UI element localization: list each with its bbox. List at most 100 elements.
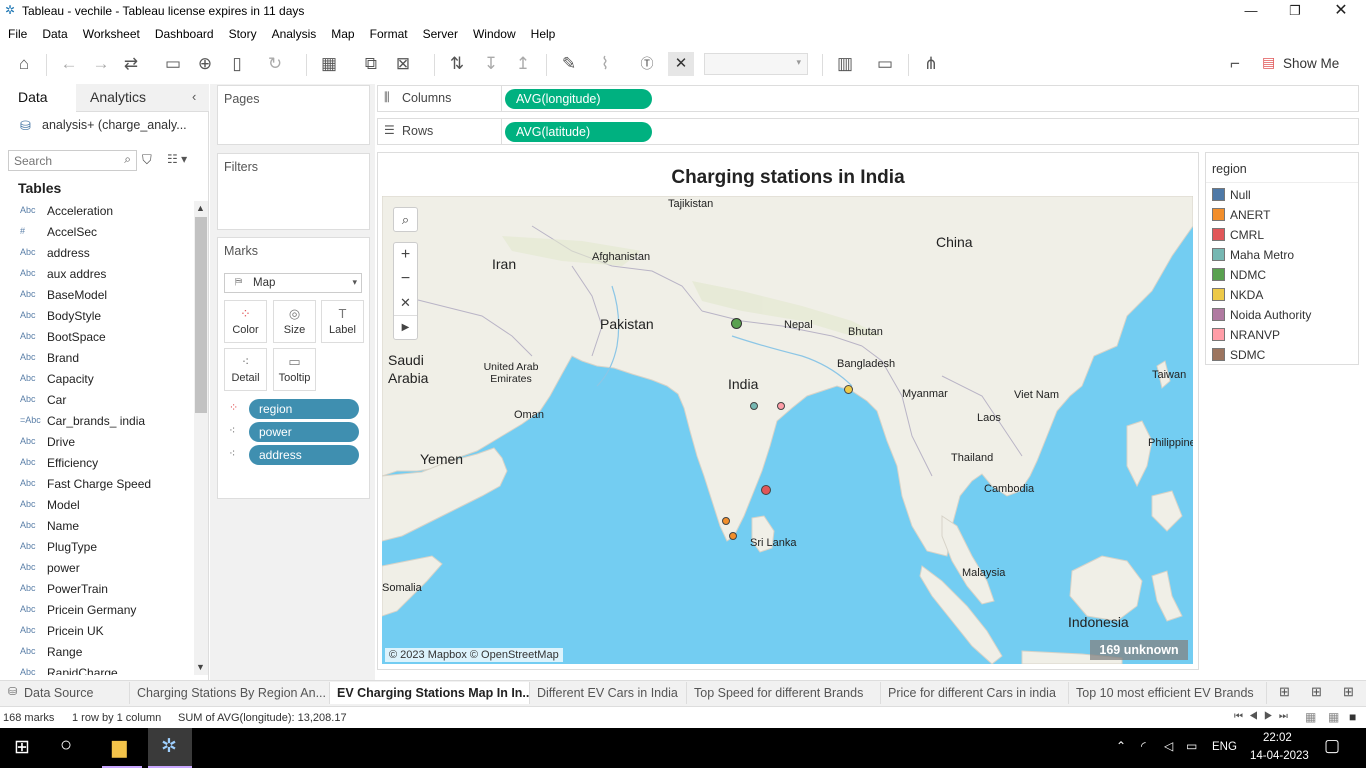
field-row[interactable]: # AccelSec — [0, 222, 193, 243]
scroll-up-icon[interactable]: ▲ — [196, 203, 205, 213]
clock-date[interactable]: 14-04-2023 — [1250, 750, 1309, 762]
region-pill[interactable]: region — [249, 399, 359, 419]
latitude-pill[interactable]: AVG(latitude) — [505, 122, 652, 142]
scroll-down-icon[interactable]: ▼ — [196, 662, 205, 672]
tab-sheet-active[interactable]: EV Charging Stations Map In In... — [330, 682, 530, 704]
color-button[interactable]: ⁘ Color — [224, 300, 267, 343]
restore-button[interactable]: ❐ — [1272, 0, 1318, 24]
field-row[interactable]: Abc Fast Charge Speed — [0, 474, 193, 495]
show-mark-labels-icon[interactable]: Ⓣ — [634, 52, 660, 76]
view-options-icon[interactable]: ☷ ▾ — [167, 152, 187, 166]
cmrl-mark[interactable] — [761, 485, 771, 495]
field-row[interactable]: Abc PowerTrain — [0, 579, 193, 600]
legend-item[interactable]: NDMC — [1212, 265, 1352, 285]
duplicate-icon[interactable]: ⧉ — [358, 52, 384, 76]
tab-sheet[interactable]: Different EV Cars in India — [530, 682, 687, 704]
field-row[interactable]: Abc Name — [0, 516, 193, 537]
datasource-name[interactable]: analysis+ (charge_analy... — [42, 118, 187, 132]
close-button[interactable]: ✕ — [1318, 0, 1364, 24]
field-row[interactable]: Abc power — [0, 558, 193, 579]
menu-analysis[interactable]: Analysis — [264, 24, 324, 41]
file-explorer-button[interactable]: ▆ — [102, 728, 142, 768]
new-dashboard-icon[interactable]: ⊞ — [1311, 684, 1322, 700]
search-field[interactable]: ⌕ — [8, 150, 137, 171]
field-row[interactable]: =Abc Car_brands_ india — [0, 411, 193, 432]
new-story-icon[interactable]: ⊞ — [1343, 684, 1354, 700]
field-row[interactable]: Abc Acceleration — [0, 201, 193, 222]
legend-item[interactable]: Maha Metro — [1212, 245, 1352, 265]
tab-sheet[interactable]: Price for different Cars in india — [881, 682, 1069, 704]
nranvp-mark[interactable] — [777, 402, 785, 410]
show-tabs-icon[interactable]: ■ — [1349, 710, 1356, 724]
tab-data-source[interactable]: Data Source — [17, 682, 130, 704]
legend-item[interactable]: NKDA — [1212, 285, 1352, 305]
anert-mark[interactable] — [722, 517, 730, 525]
battery-icon[interactable]: ▭ — [1186, 739, 1197, 753]
field-row[interactable]: Abc Drive — [0, 432, 193, 453]
home-icon[interactable]: ⌂ — [11, 52, 37, 76]
new-worksheet-icon[interactable]: ▦ — [316, 52, 342, 76]
presentation-mode-icon[interactable]: ▭ — [872, 52, 898, 76]
save-icon[interactable]: ▭ — [160, 52, 186, 76]
search-input[interactable] — [9, 151, 109, 170]
sheet-navigation-icon[interactable]: ⏮◀▶⏭ — [1234, 711, 1294, 722]
tab-sheet[interactable]: Top 10 most efficient EV Brands — [1069, 682, 1267, 704]
maha-metro-mark[interactable] — [750, 402, 758, 410]
menu-file[interactable]: File — [0, 24, 34, 41]
show-hidden-icons-icon[interactable]: ⌃ — [1116, 739, 1126, 753]
share-icon[interactable]: ⋔ — [918, 52, 944, 76]
menu-server[interactable]: Server — [415, 24, 465, 41]
new-worksheet-icon[interactable]: ⊞ — [1279, 684, 1290, 700]
sort-ascending-icon[interactable]: ↧ — [478, 52, 504, 76]
field-row[interactable]: Abc BodyStyle — [0, 306, 193, 327]
field-row[interactable]: Abc BaseModel — [0, 285, 193, 306]
power-pill[interactable]: power — [249, 422, 359, 442]
language-indicator[interactable]: ENG — [1212, 741, 1237, 753]
detail-button[interactable]: ⁖ Detail — [224, 348, 267, 391]
windows-start-icon[interactable]: ⊞ — [14, 736, 30, 759]
menu-story[interactable]: Story — [221, 24, 264, 41]
pause-updates-icon[interactable]: ▯ — [224, 52, 250, 76]
field-row[interactable]: Abc Model — [0, 495, 193, 516]
zoom-out-button[interactable]: − — [394, 267, 417, 291]
map-search-button[interactable]: ⌕ — [393, 207, 418, 232]
tableau-taskbar-button[interactable]: ✲ — [148, 728, 192, 768]
filters-card[interactable]: Filters — [217, 153, 370, 230]
tab-sheet[interactable]: Top Speed for different Brands — [687, 682, 881, 704]
wifi-icon[interactable]: ◜ — [1141, 739, 1146, 753]
address-pill[interactable]: address — [249, 445, 359, 465]
legend-item[interactable]: Noida Authority — [1212, 305, 1352, 325]
field-row[interactable]: Abc BootSpace — [0, 327, 193, 348]
reset-map-button[interactable]: ✕ — [394, 291, 417, 315]
tab-sheet[interactable]: Charging Stations By Region An... — [130, 682, 330, 704]
tab-analytics[interactable]: Analytics — [76, 84, 209, 112]
label-button[interactable]: T Label — [321, 300, 364, 343]
show-sheet-sorter-icon[interactable]: ▦ — [1328, 710, 1339, 724]
menu-worksheet[interactable]: Worksheet — [75, 24, 147, 41]
search-icon[interactable]: ○ — [60, 734, 72, 757]
field-row[interactable]: Abc Range — [0, 642, 193, 663]
legend-item[interactable]: ANERT — [1212, 205, 1352, 225]
field-row[interactable]: Abc Brand — [0, 348, 193, 369]
menu-dashboard[interactable]: Dashboard — [147, 24, 221, 41]
scrollbar-thumb[interactable] — [195, 217, 207, 413]
map[interactable]: Tajikistan Iran Afghanistan China Pakistan Ne… — [382, 196, 1193, 664]
fix-axes-button[interactable]: ✕ — [668, 52, 694, 76]
show-me-button[interactable]: ▤ Show Me — [1262, 54, 1342, 74]
field-row[interactable]: Abc Pricein UK — [0, 621, 193, 642]
map-tools-button[interactable]: ▶ — [394, 315, 417, 339]
swap-icon[interactable]: ⇅ — [444, 52, 470, 76]
menu-help[interactable]: Help — [523, 24, 563, 41]
field-row[interactable]: Abc aux addres — [0, 264, 193, 285]
legend-item[interactable]: SDMC — [1212, 345, 1352, 365]
columns-shelf[interactable]: ⫼ Columns AVG(longitude) — [377, 85, 1359, 112]
field-row[interactable]: Abc Car — [0, 390, 193, 411]
refresh-icon[interactable]: ↻ — [262, 52, 288, 76]
group-members-icon[interactable]: ⌇ — [592, 52, 618, 76]
unknown-indicator[interactable]: 169 unknown — [1090, 640, 1188, 660]
mark-type-dropdown[interactable]: ⛿ Map ▾ — [224, 273, 362, 293]
show-filmstrip-icon[interactable]: ▦ — [1305, 710, 1316, 724]
zoom-in-button[interactable]: + — [394, 243, 417, 267]
new-data-source-icon[interactable]: ⊕ — [192, 52, 218, 76]
size-button[interactable]: ◎ Size — [273, 300, 316, 343]
